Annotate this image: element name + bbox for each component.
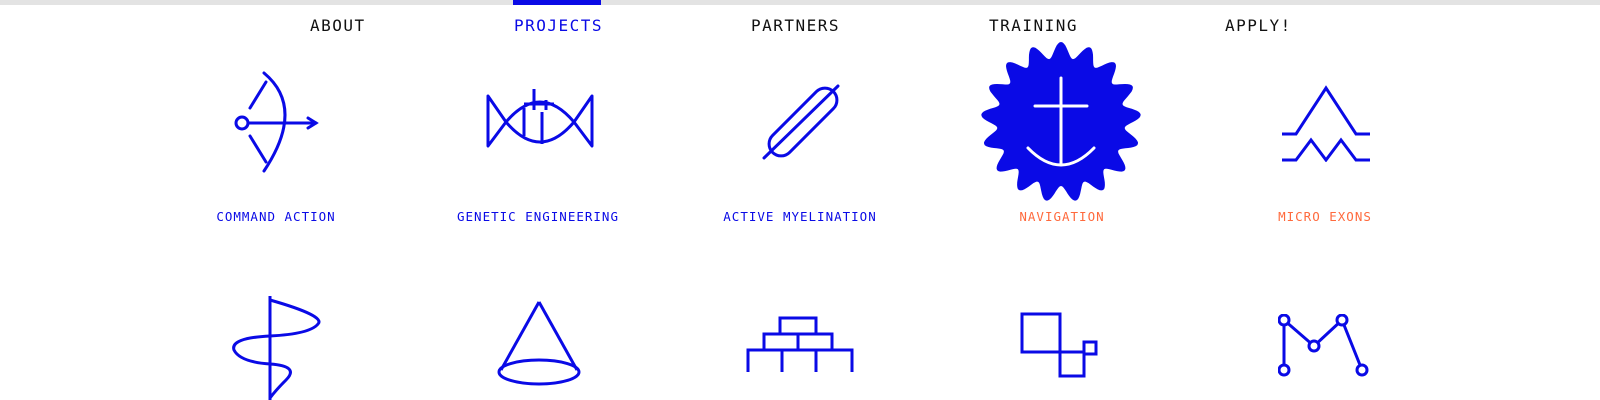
nav-item-about[interactable]: ABOUT [310, 16, 366, 35]
project-label-command-action[interactable]: COMMAND ACTION [216, 209, 335, 224]
helix-wave-icon[interactable] [226, 294, 326, 400]
m-nodes-icon[interactable] [1278, 314, 1378, 378]
nav-item-partners[interactable]: PARTNERS [751, 16, 840, 35]
anchor-seal-icon[interactable] [978, 42, 1144, 202]
project-label-micro-exons[interactable]: MICRO EXONS [1278, 209, 1372, 224]
mountains-icon[interactable] [1278, 82, 1374, 162]
nav-item-projects[interactable]: PROJECTS [514, 16, 603, 35]
brick-pyramid-icon[interactable] [744, 316, 856, 374]
nav-item-apply[interactable]: APPLY! [1225, 16, 1292, 35]
fish-icon[interactable] [484, 84, 594, 148]
squares-icon[interactable] [1020, 312, 1110, 380]
project-label-active-myelination[interactable]: ACTIVE MYELINATION [723, 209, 876, 224]
capsule-icon[interactable] [758, 82, 844, 162]
project-label-navigation[interactable]: NAVIGATION [1019, 209, 1104, 224]
cone-icon[interactable] [494, 298, 584, 392]
bow-arrow-icon[interactable] [228, 68, 324, 176]
project-label-genetic-engineering[interactable]: GENETIC ENGINEERING [457, 209, 619, 224]
main-nav: ABOUT PROJECTS PARTNERS TRAINING APPLY! [0, 0, 1600, 46]
nav-item-training[interactable]: TRAINING [989, 16, 1078, 35]
